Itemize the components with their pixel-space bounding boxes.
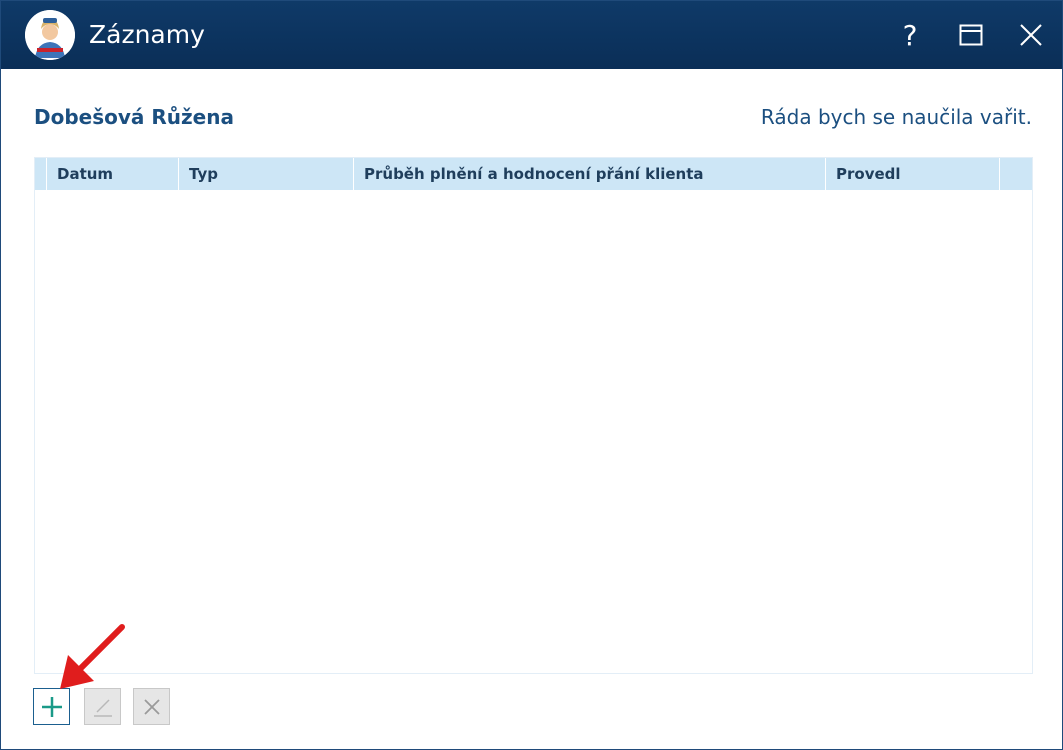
close-button[interactable] [1011, 15, 1051, 55]
title-bar[interactable]: Záznamy ? [1, 1, 1062, 69]
close-icon [1020, 24, 1042, 46]
edit-record-button[interactable] [84, 688, 121, 725]
header-filler [999, 158, 1032, 190]
column-header-datum[interactable]: Datum [46, 158, 178, 190]
column-header-prubeh[interactable]: Průběh plnění a hodnocení přání klienta [353, 158, 825, 190]
caregiver-avatar-icon [25, 10, 75, 60]
records-window: Záznamy ? Dobešová Růžena Ráda bych se n… [0, 0, 1063, 750]
delete-icon [143, 698, 160, 715]
pencil-icon [93, 698, 112, 717]
help-button[interactable]: ? [890, 15, 930, 55]
table-header: Datum Typ Průběh plnění a hodnocení přán… [35, 158, 1032, 190]
maximize-icon [959, 24, 983, 46]
client-wish: Ráda bych se naučila vařit. [760, 105, 1032, 129]
help-icon: ? [902, 18, 918, 52]
client-name: Dobešová Růžena [34, 105, 234, 129]
add-record-button[interactable] [33, 688, 70, 725]
delete-record-button[interactable] [133, 688, 170, 725]
column-header-typ[interactable]: Typ [178, 158, 353, 190]
column-header-provedl[interactable]: Provedl [825, 158, 999, 190]
records-table[interactable]: Datum Typ Průběh plnění a hodnocení přán… [34, 157, 1033, 674]
maximize-button[interactable] [951, 15, 991, 55]
row-selector-header [35, 158, 46, 190]
window-title: Záznamy [89, 20, 205, 49]
plus-icon [41, 696, 62, 717]
